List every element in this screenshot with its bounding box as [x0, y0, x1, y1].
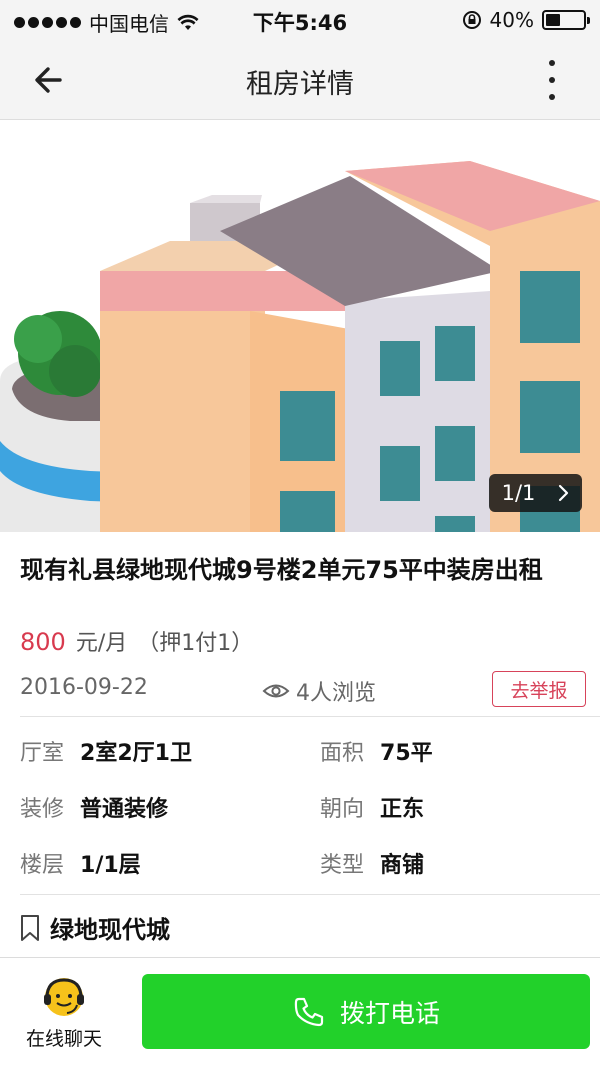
more-vertical-icon[interactable] [544, 60, 560, 100]
detail-label: 装修 [20, 797, 65, 822]
detail-value: 商铺 [380, 853, 425, 878]
detail-value: 75平 [380, 741, 433, 766]
rotation-lock-icon [462, 11, 481, 29]
detail-label: 面积 [320, 741, 365, 766]
detail-value: 2室2厅1卫 [80, 741, 192, 766]
price-unit: 元/月 [75, 631, 128, 656]
detail-label: 朝向 [320, 797, 365, 822]
detail-label: 类型 [320, 853, 365, 878]
meta-row: 2016-09-22 4人浏览 去举报 [20, 671, 586, 707]
detail-label: 厅室 [20, 741, 65, 766]
chevron-right-icon [559, 484, 569, 502]
price-row: 800 元/月 （押1付1） [20, 625, 253, 657]
detail-cell-decoration: 装修 普通装修 [20, 791, 168, 823]
deposit-terms: （押1付1） [137, 631, 254, 656]
status-right: 40% [462, 8, 590, 32]
detail-cell-rooms: 厅室 2室2厅1卫 [20, 735, 192, 767]
detail-cell-orientation: 朝向 正东 [320, 791, 424, 823]
community-name: 绿地现代城 [50, 916, 170, 944]
price-amount: 800 [20, 628, 66, 656]
listing-title: 现有礼县绿地现代城9号楼2单元75平中装房出租 [20, 556, 543, 584]
battery-icon [542, 10, 590, 30]
property-photo[interactable]: 1/1 [0, 121, 600, 532]
online-chat-label: 在线聊天 [25, 1028, 102, 1050]
divider [20, 894, 600, 895]
phone-icon [294, 997, 324, 1026]
call-label: 拨打电话 [339, 998, 440, 1028]
battery-fill [546, 14, 561, 26]
detail-cell-floor: 楼层 1/1层 [20, 847, 141, 879]
report-button[interactable]: 去举报 [492, 671, 586, 707]
chat-avatar-icon [44, 978, 84, 1016]
detail-cell-area: 面积 75平 [320, 735, 433, 767]
view-count: 4人浏览 [262, 675, 376, 707]
photo-counter-text: 1/1 [501, 481, 536, 505]
online-chat-button[interactable]: 在线聊天 [14, 974, 114, 1054]
nav-bar: 租房详情 [0, 40, 600, 120]
building-illustration [0, 161, 600, 532]
eye-icon [262, 684, 290, 698]
detail-row: 楼层 1/1层 类型 商铺 [20, 847, 600, 879]
battery-percent: 40% [489, 8, 534, 32]
call-button[interactable]: 拨打电话 [142, 974, 590, 1049]
bookmark-icon [21, 914, 39, 941]
divider [20, 716, 600, 717]
view-count-text: 4人浏览 [296, 681, 376, 706]
detail-value: 普通装修 [80, 797, 169, 822]
detail-row: 装修 普通装修 朝向 正东 [20, 791, 600, 823]
photo-counter[interactable]: 1/1 [489, 474, 582, 512]
detail-value: 1/1层 [80, 853, 141, 878]
detail-value: 正东 [380, 797, 425, 822]
post-date: 2016-09-22 [20, 675, 148, 700]
rental-detail-page: 中国电信 下午5:46 40% 租房详情 1/1 现有礼县绿地现代城9号楼2单元… [0, 0, 600, 1065]
page-title: 租房详情 [246, 69, 354, 100]
community-link[interactable]: 绿地现代城 [20, 910, 170, 945]
bottom-action-bar: 在线聊天 拨打电话 [0, 957, 600, 1065]
detail-label: 楼层 [20, 853, 65, 878]
detail-row: 厅室 2室2厅1卫 面积 75平 [20, 735, 600, 767]
detail-cell-type: 类型 商铺 [320, 847, 424, 879]
status-bar: 中国电信 下午5:46 40% [0, 0, 600, 40]
